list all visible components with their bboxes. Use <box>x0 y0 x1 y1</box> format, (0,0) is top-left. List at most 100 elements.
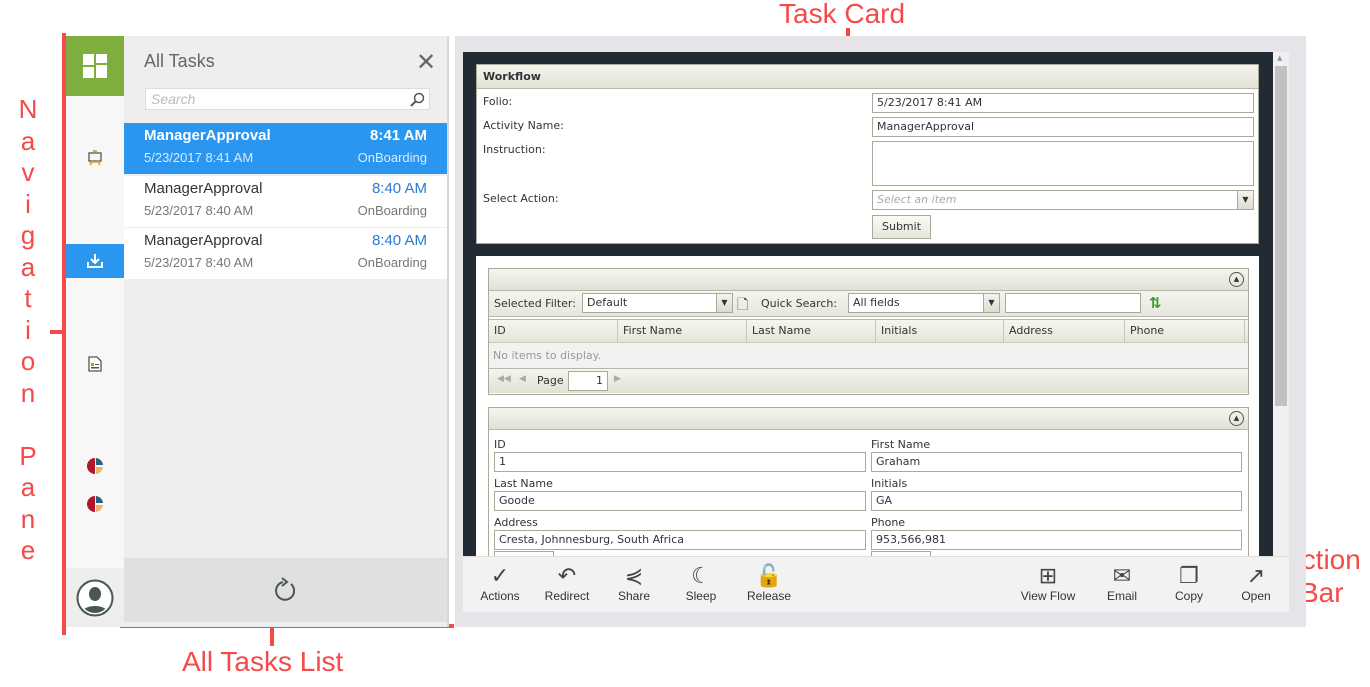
refresh-icon[interactable]: ⇅ <box>1149 294 1162 312</box>
scroll-up-icon[interactable]: ▲ <box>1277 54 1282 62</box>
column-header[interactable]: Last Name <box>747 320 876 342</box>
view-flow-button[interactable]: ⊞ View Flow <box>1018 563 1078 603</box>
select-action-placeholder: Select an item <box>877 193 957 206</box>
actions-icon: ✓ <box>490 563 510 588</box>
annotation-letter: n <box>20 503 36 534</box>
annotation-all-tasks-list: All Tasks List <box>182 646 344 677</box>
sleep-button[interactable]: ☾ Sleep <box>671 563 731 603</box>
annotation-letter: e <box>20 535 36 565</box>
initials-field[interactable]: GA <box>871 491 1242 511</box>
next-page-icon[interactable]: ▶ <box>614 374 621 384</box>
column-header[interactable]: Address <box>1004 320 1125 342</box>
email-button[interactable]: ✉ Email <box>1092 563 1152 603</box>
annotation-navigation-pane: NavigationPane <box>14 94 42 567</box>
task-category: OnBoarding <box>357 202 427 218</box>
nav-item-report-2[interactable] <box>66 487 124 521</box>
scrollbar[interactable]: ▲ <box>1273 52 1289 556</box>
action-label: Email <box>1106 589 1137 603</box>
copy-button[interactable]: ❐ Copy <box>1159 563 1219 603</box>
open-button[interactable]: ↗ Open <box>1226 563 1286 603</box>
page-input[interactable]: 1 <box>568 371 608 391</box>
first-page-icon[interactable]: ◀◀ <box>497 374 511 384</box>
folio-field[interactable]: 5/23/2017 8:41 AM <box>872 93 1254 113</box>
filter-doc-icon[interactable]: 🗋 <box>737 294 748 318</box>
search-input[interactable]: Search <box>145 88 430 110</box>
actions-button[interactable]: ✓ Actions <box>470 563 530 603</box>
task-category: OnBoarding <box>357 255 427 270</box>
first-field[interactable]: Graham <box>871 452 1242 472</box>
sleep-icon: ☾ <box>691 563 711 588</box>
annotation-letter: a <box>20 472 36 502</box>
task-list-item[interactable]: ManagerApproval 8:40 AM 5/23/2017 8:40 AM O… <box>124 228 447 279</box>
select-action-dropdown[interactable]: Select an item ▼ <box>872 190 1254 210</box>
annotation-letter: v <box>21 157 35 187</box>
action-label: Open <box>1241 589 1271 603</box>
address-field[interactable]: Cresta, Johnnesburg, South Africa <box>494 530 866 550</box>
redirect-button[interactable]: ↶ Redirect <box>537 563 597 603</box>
submit-button[interactable]: Submit <box>872 215 931 239</box>
filter-dropdown[interactable]: Default ▼ <box>582 293 733 313</box>
filter-value: Default <box>587 296 628 309</box>
quick-search-label: Quick Search: <box>761 297 838 310</box>
user-profile-button[interactable] <box>66 568 124 627</box>
task-form-frame: Workflow Folio: 5/23/2017 8:41 AM Activi… <box>463 52 1273 567</box>
release-button[interactable]: 🔓 Release <box>739 563 799 603</box>
avatar-icon <box>76 579 114 616</box>
nav-item-inbox[interactable] <box>66 244 124 278</box>
column-header[interactable]: ID <box>489 320 618 342</box>
action-label: Redirect <box>544 589 590 603</box>
task-list-item[interactable]: ManagerApproval 8:40 AM 5/23/2017 8:40 AM O… <box>124 175 447 227</box>
collapse-icon[interactable]: ▲ <box>1229 272 1244 287</box>
page-label: Page <box>537 374 564 387</box>
id-field[interactable]: 1 <box>494 452 866 472</box>
quick-search-input[interactable] <box>1005 293 1141 313</box>
scrollbar-thumb[interactable] <box>1275 66 1287 406</box>
instruction-label: Instruction: <box>483 143 546 156</box>
home-tile-button[interactable] <box>66 36 124 96</box>
empty-message: No items to display. <box>489 343 1248 369</box>
form-content-area: ▲ Selected Filter: Default ▼ 🗋 Quick Sear… <box>476 256 1259 567</box>
task-name: ManagerApproval <box>144 232 263 249</box>
activity-name-field[interactable]: ManagerApproval <box>872 117 1254 137</box>
share-button[interactable]: ⋞ Share <box>604 563 664 603</box>
action-label: Share <box>617 589 651 603</box>
annotation-task-card: Task Card <box>779 0 906 29</box>
all-tasks-list: All Tasks ✕ Search ManagerApproval 8:41 A… <box>124 36 449 627</box>
column-header[interactable]: First Name <box>618 320 747 342</box>
activity-name-label: Activity Name: <box>483 119 564 132</box>
action-label: Release <box>746 589 792 603</box>
items-grid-panel: ▲ Selected Filter: Default ▼ 🗋 Quick Sear… <box>488 268 1249 395</box>
annotation-letter: o <box>20 346 36 376</box>
annotation-line <box>50 330 64 334</box>
navigation-pane <box>66 36 124 627</box>
download-icon <box>87 254 103 268</box>
select-action-label: Select Action: <box>483 192 559 205</box>
nav-item-document[interactable] <box>66 347 124 381</box>
folio-label: Folio: <box>483 95 513 108</box>
close-icon[interactable]: ✕ <box>416 48 436 76</box>
email-icon: ✉ <box>1112 563 1132 588</box>
prev-page-icon[interactable]: ◀ <box>519 374 526 384</box>
instruction-field[interactable] <box>872 141 1254 186</box>
nav-item-presentation[interactable] <box>66 141 124 175</box>
chevron-down-icon[interactable]: ▼ <box>716 294 732 312</box>
collapse-icon[interactable]: ▲ <box>1229 411 1244 426</box>
nav-item-report-1[interactable] <box>66 449 124 483</box>
search-icon[interactable] <box>410 92 425 107</box>
phone-field[interactable]: 953,566,981 <box>871 530 1242 550</box>
refresh-button[interactable] <box>124 558 447 622</box>
task-name: ManagerApproval <box>144 127 271 144</box>
task-category: OnBoarding <box>357 150 427 165</box>
quick-search-dropdown[interactable]: All fields ▼ <box>848 293 1000 313</box>
annotation-letter: t <box>24 283 32 313</box>
last-field[interactable]: Goode <box>494 491 866 511</box>
column-header[interactable]: Initials <box>876 320 1004 342</box>
pager: ◀◀ ◀ Page 1 ▶ <box>489 369 1248 393</box>
column-header[interactable]: Phone <box>1125 320 1245 342</box>
task-list-item[interactable]: ManagerApproval 8:41 AM 5/23/2017 8:41 AM O… <box>124 123 447 174</box>
chevron-down-icon[interactable]: ▼ <box>983 294 999 312</box>
annotation-line <box>270 626 274 646</box>
annotation-letter: i <box>25 314 31 345</box>
initials-label: Initials <box>871 477 908 490</box>
chevron-down-icon[interactable]: ▼ <box>1237 191 1253 209</box>
